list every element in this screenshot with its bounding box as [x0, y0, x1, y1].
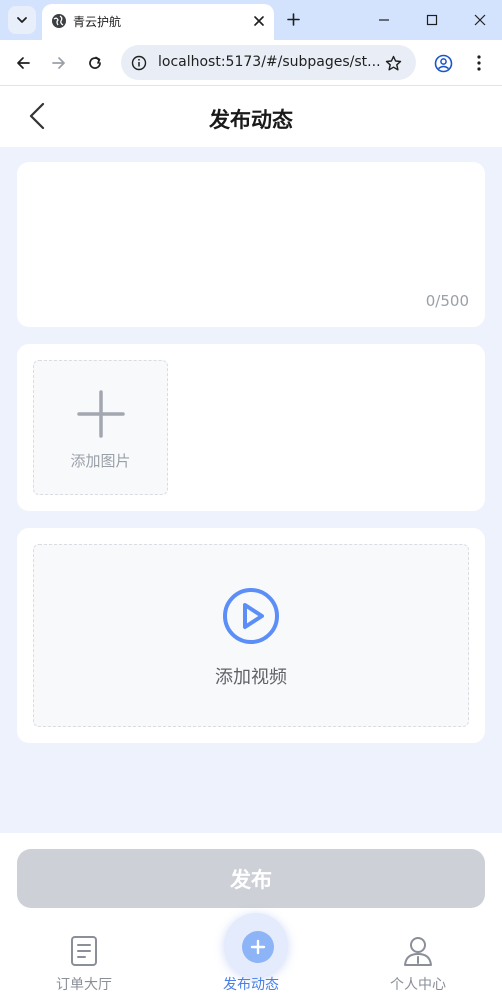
browser-menu-button[interactable] — [468, 52, 490, 74]
add-image-label: 添加图片 — [70, 452, 131, 470]
play-circle-icon — [223, 588, 279, 644]
page-title: 发布动态 — [209, 108, 293, 132]
minimize-icon — [379, 19, 389, 21]
close-window-button[interactable] — [468, 8, 492, 32]
address-bar[interactable]: localhost:5173/#/subpages/st... — [121, 45, 416, 80]
publish-fab-inner — [242, 931, 274, 963]
nav-label-profile: 个人中心 — [390, 977, 446, 993]
receipt-icon — [71, 936, 97, 966]
reload-button[interactable] — [84, 52, 106, 74]
close-icon — [254, 16, 264, 26]
info-icon — [131, 55, 147, 71]
maximize-button[interactable] — [420, 8, 444, 32]
plus-icon — [250, 939, 266, 955]
browser-tab[interactable]: 青云护航 — [42, 4, 274, 40]
maximize-icon — [426, 14, 438, 26]
reload-icon — [89, 56, 101, 69]
bookmark-button[interactable] — [382, 52, 404, 74]
publish-fab[interactable] — [224, 913, 288, 977]
publish-area: 发布 — [0, 833, 502, 923]
chevron-down-icon — [17, 17, 27, 23]
browser-toolbar: localhost:5173/#/subpages/st... — [0, 40, 502, 86]
back-nav-button[interactable] — [12, 52, 34, 74]
profile-button[interactable] — [432, 52, 454, 74]
add-video-label: 添加视频 — [215, 667, 287, 688]
image-card: 添加图片 — [17, 344, 485, 511]
minimize-button[interactable] — [372, 8, 396, 32]
post-text-area[interactable]: 0/500 — [17, 162, 485, 327]
char-count: 0/500 — [425, 292, 469, 310]
globe-icon — [52, 14, 66, 28]
user-icon — [404, 937, 432, 966]
arrow-left-icon — [17, 57, 30, 69]
tab-search-button[interactable] — [8, 6, 36, 34]
nav-item-orders[interactable]: 订单大厅 — [24, 923, 144, 1005]
more-vertical-icon — [477, 55, 481, 71]
add-image-button[interactable]: 添加图片 — [33, 360, 168, 495]
nav-label-publish: 发布动态 — [223, 977, 279, 993]
site-info-button[interactable] — [129, 53, 149, 73]
browser-tabstrip: 青云护航 — [0, 0, 502, 40]
nav-label-orders: 订单大厅 — [56, 977, 112, 993]
star-icon — [385, 55, 401, 70]
bottom-nav: 订单大厅 发布动态 个人中心 — [0, 913, 502, 1005]
tab-title: 青云护航 — [73, 15, 122, 29]
publish-button[interactable]: 发布 — [17, 849, 485, 908]
plus-icon — [77, 390, 125, 438]
tab-close-button[interactable] — [250, 12, 268, 30]
add-video-button[interactable]: 添加视频 — [33, 544, 469, 727]
arrow-right-icon — [52, 57, 65, 69]
main-content[interactable]: 0/500 添加图片 添加视频 — [0, 147, 502, 833]
url-text[interactable]: localhost:5173/#/subpages/st... — [158, 54, 381, 70]
account-circle-icon — [434, 54, 452, 72]
nav-item-publish[interactable]: 发布动态 — [191, 913, 311, 1005]
plus-icon — [286, 12, 300, 26]
close-icon — [474, 14, 486, 26]
forward-nav-button[interactable] — [48, 52, 70, 74]
new-tab-button[interactable] — [283, 9, 303, 29]
video-card: 添加视频 — [17, 528, 485, 743]
nav-item-profile[interactable]: 个人中心 — [358, 923, 478, 1005]
app-header: 发布动态 — [0, 87, 502, 147]
